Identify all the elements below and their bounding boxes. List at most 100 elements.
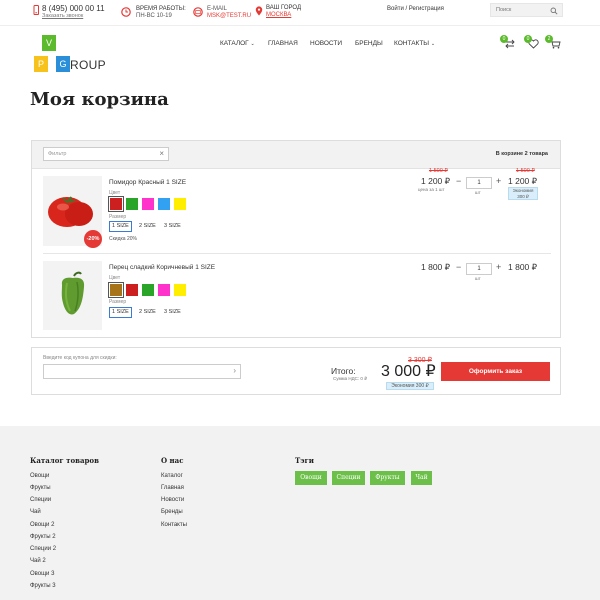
checkout-button[interactable]: Оформить заказ <box>441 362 550 381</box>
phone-number[interactable]: 8 (495) 000 00 11 <box>42 4 105 13</box>
footer-link[interactable]: Бренды <box>161 509 183 515</box>
nav-contacts[interactable]: КОНТАКТЫ ⌄ <box>394 40 435 47</box>
city-value[interactable]: МОСКВА <box>266 12 291 19</box>
footer-link[interactable]: Чай 2 <box>30 558 46 564</box>
color-swatch-yellow[interactable] <box>174 198 186 210</box>
footer-tags-title: Тэги <box>295 456 314 465</box>
pepper-image <box>61 271 85 315</box>
color-swatch-blue[interactable] <box>158 198 170 210</box>
nav-contacts-label: КОНТАКТЫ <box>394 40 430 47</box>
economy-badge: Экономия 300 ₽ <box>508 187 538 200</box>
tag-button[interactable]: Овощи <box>295 471 327 485</box>
coupon-input[interactable]: › <box>43 364 241 379</box>
total-label: Итого: <box>331 366 356 376</box>
tag-button[interactable]: Чай <box>411 471 432 485</box>
price-per-unit: цена за 1 шт <box>418 187 445 192</box>
email-title: E-MAIL <box>207 6 228 12</box>
sum-old-price: 1 500 ₽ <box>516 168 535 174</box>
footer-link[interactable]: Овощи 3 <box>30 571 54 577</box>
color-label: Цвет <box>109 190 121 196</box>
login-register-link[interactable]: Войти / Регистрация <box>387 6 444 12</box>
tag-button[interactable]: Специи <box>332 471 365 485</box>
compare-count-badge: 0 <box>500 35 508 43</box>
coupon-label: Введите код купона для скидки: <box>43 355 117 361</box>
size-option-1[interactable]: 1 SIZE <box>109 307 132 318</box>
color-swatch-green[interactable] <box>142 284 154 296</box>
color-swatch-pink[interactable] <box>142 198 154 210</box>
sum-price: 1 200 ₽ <box>508 176 538 186</box>
email-value[interactable]: MSK@TEST.RU <box>207 13 251 20</box>
footer-link[interactable]: Овощи 2 <box>30 522 54 528</box>
sum-price: 1 800 ₽ <box>508 262 538 272</box>
logo-v: V <box>42 35 56 51</box>
qty-minus-button[interactable]: − <box>456 176 461 186</box>
footer-about-title: О нас <box>161 456 184 465</box>
qty-unit: шт <box>475 276 481 281</box>
footer-link[interactable]: Главная <box>161 485 184 491</box>
footer-link[interactable]: Каталог <box>161 473 183 479</box>
footer-link[interactable]: Фрукты <box>30 485 51 491</box>
footer-catalog-title: Каталог товаров <box>30 456 99 465</box>
old-price: 1 500 ₽ <box>429 168 448 174</box>
clear-filter-icon[interactable]: × <box>159 149 164 158</box>
color-swatch-green[interactable] <box>126 198 138 210</box>
size-option-1[interactable]: 1 SIZE <box>109 221 132 232</box>
chevron-down-icon: ⌄ <box>430 41 436 47</box>
total-price: 3 000 ₽ <box>381 363 436 380</box>
nav-catalog[interactable]: КАТАЛОГ ⌄ <box>220 40 255 47</box>
footer-link[interactable]: Специи <box>30 497 51 503</box>
nav-news[interactable]: НОВОСТИ <box>310 40 342 47</box>
footer: Каталог товаров Овощи Фрукты Специи Чай … <box>0 426 600 600</box>
total-economy-badge: Экономия 300 ₽ <box>386 382 434 390</box>
qty-unit: шт <box>475 190 481 195</box>
unit-price: 1 200 ₽ <box>421 176 451 186</box>
favorites-count-badge: 0 <box>524 35 532 43</box>
unit-price: 1 800 ₽ <box>421 262 451 272</box>
footer-link[interactable]: Чай <box>30 509 41 515</box>
footer-link[interactable]: Фрукты 3 <box>30 583 56 589</box>
color-swatch-red[interactable] <box>126 284 138 296</box>
footer-link[interactable]: Овощи <box>30 473 49 479</box>
top-bar: 8 (495) 000 00 11 Заказать звонок ВРЕМЯ … <box>0 0 600 26</box>
nav-catalog-label: КАТАЛОГ <box>220 40 249 47</box>
hours-title: ВРЕМЯ РАБОТЫ: <box>136 6 186 12</box>
chevron-down-icon: ⌄ <box>250 41 255 47</box>
cart-panel: Фильтр × В корзине 2 товара -20% Помидор… <box>31 140 561 338</box>
chevron-right-icon[interactable]: › <box>233 366 236 375</box>
qty-minus-button[interactable]: − <box>456 262 461 272</box>
discount-badge: -20% <box>84 230 102 248</box>
callback-link[interactable]: Заказать звонок <box>42 13 83 19</box>
product-name[interactable]: Перец сладкий Коричневый 1 SIZE <box>109 264 215 271</box>
size-option-2[interactable]: 2 SIZE <box>136 307 159 318</box>
cart-count-badge: 2 <box>545 35 553 43</box>
product-name[interactable]: Помидор Красный 1 SIZE <box>109 179 186 186</box>
color-swatch-red[interactable] <box>108 196 124 212</box>
qty-plus-button[interactable]: + <box>496 176 501 186</box>
size-label: Размер <box>109 299 127 305</box>
size-option-3[interactable]: 3 SIZE <box>161 307 184 318</box>
nav-home[interactable]: ГЛАВНАЯ <box>268 40 298 47</box>
search-input[interactable]: Поиск <box>490 3 563 17</box>
color-swatch-yellow[interactable] <box>174 284 186 296</box>
size-label: Размер <box>109 214 127 220</box>
product-image-pepper[interactable] <box>43 261 102 330</box>
search-placeholder: Поиск <box>496 7 512 13</box>
size-option-2[interactable]: 2 SIZE <box>136 221 159 232</box>
footer-link[interactable]: Фрукты 2 <box>30 534 56 540</box>
footer-link[interactable]: Новости <box>161 497 184 503</box>
color-label: Цвет <box>109 275 121 281</box>
color-swatch-pink[interactable] <box>158 284 170 296</box>
tag-button[interactable]: Фрукты <box>370 471 405 485</box>
size-option-3[interactable]: 3 SIZE <box>161 221 184 232</box>
color-swatch-brown[interactable] <box>108 282 124 298</box>
location-pin-icon <box>255 6 263 16</box>
filter-input[interactable]: Фильтр × <box>43 147 169 161</box>
footer-link[interactable]: Специи 2 <box>30 546 56 552</box>
qty-plus-button[interactable]: + <box>496 262 501 272</box>
qty-input[interactable]: 1 <box>466 263 492 275</box>
qty-input[interactable]: 1 <box>466 177 492 189</box>
search-icon[interactable] <box>550 7 558 15</box>
logo-p: P <box>34 56 48 72</box>
footer-link[interactable]: Контакты <box>161 522 187 528</box>
nav-brands[interactable]: БРЕНДЫ <box>355 40 383 47</box>
